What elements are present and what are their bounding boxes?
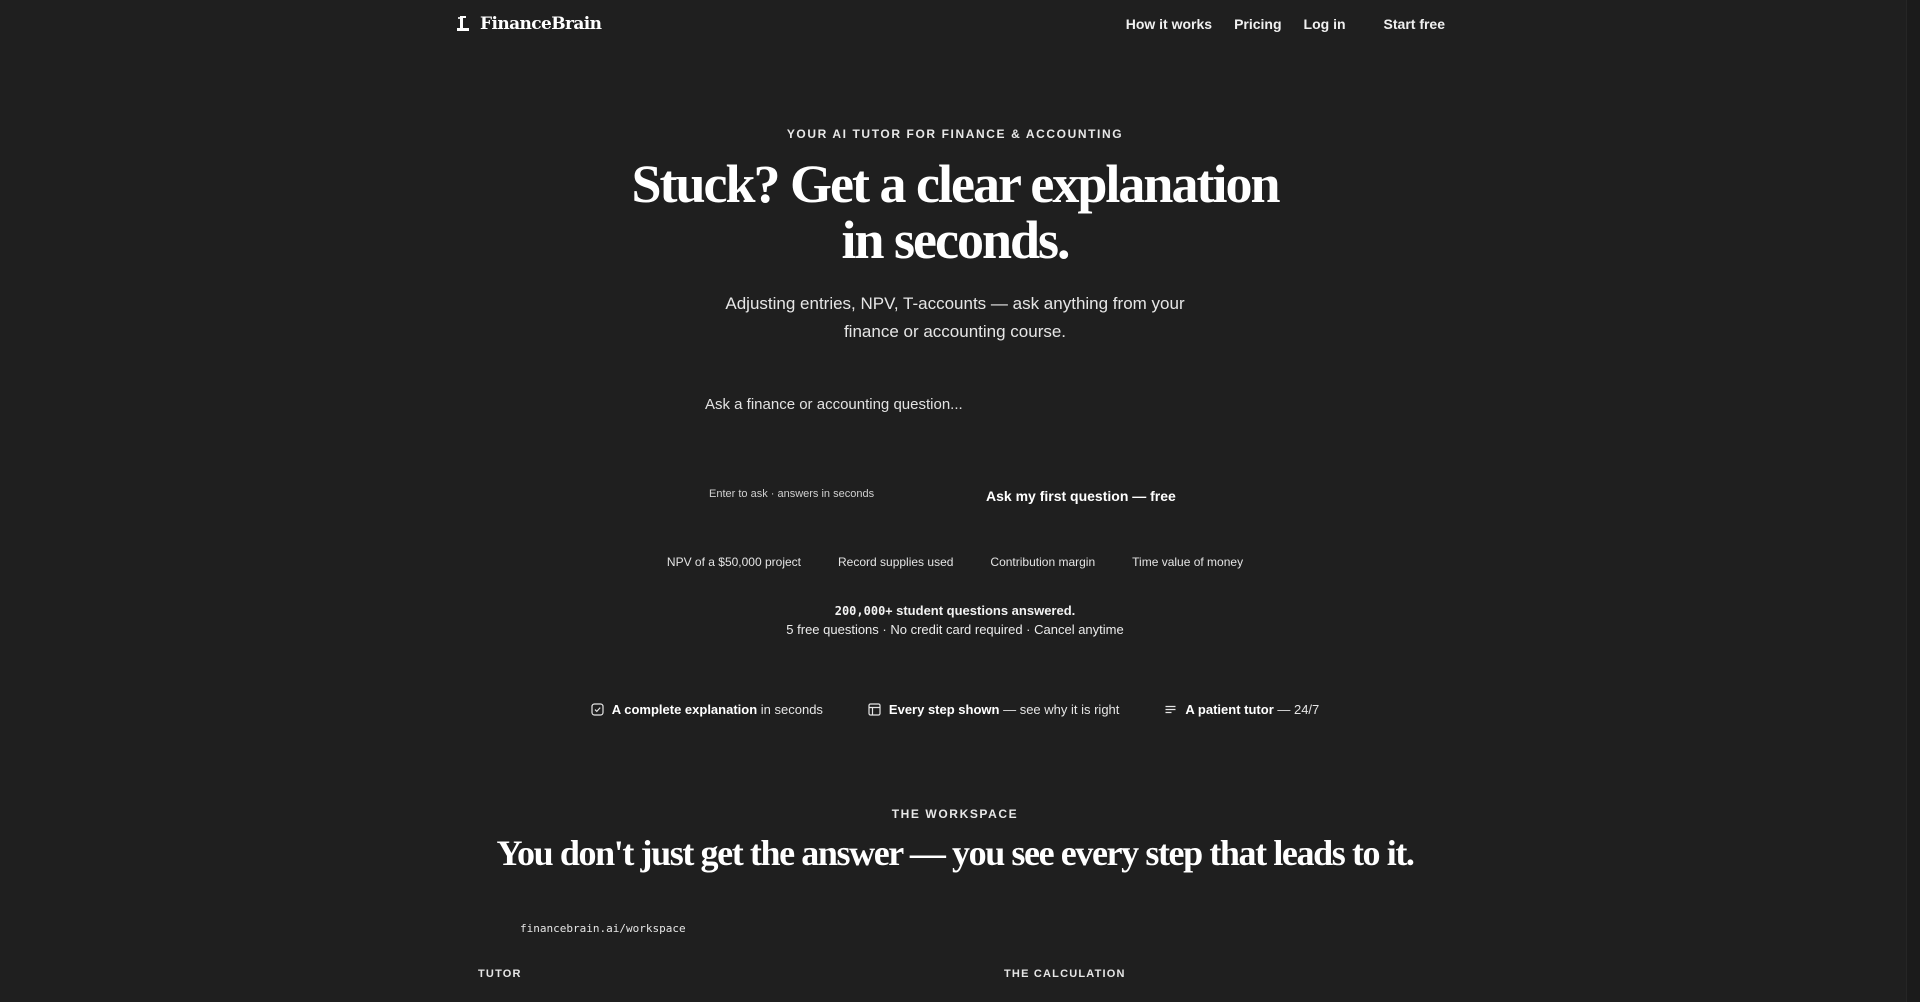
check-square-icon bbox=[591, 703, 604, 716]
suggestion-chips: NPV of a $50,000 project Record supplies… bbox=[0, 555, 1910, 569]
question-input[interactable] bbox=[705, 392, 1205, 416]
nav-link-pricing[interactable]: Pricing bbox=[1234, 16, 1281, 32]
hero-eyebrow: YOUR AI TUTOR FOR FINANCE & ACCOUNTING bbox=[786, 127, 1124, 141]
tutor-column-label: TUTOR bbox=[478, 968, 522, 980]
workspace-title: You don't just get the answer — you see … bbox=[496, 833, 1414, 873]
feature-steps-strong: Every step shown bbox=[888, 702, 1000, 717]
feature-steps: Every step shown — see why it is right bbox=[868, 702, 1119, 717]
table-icon bbox=[868, 703, 881, 716]
top-nav: FinanceBrain How it works Pricing Log in… bbox=[455, 0, 1445, 48]
suggestion-chip-time-value[interactable]: Time value of money bbox=[1132, 555, 1243, 569]
suggestion-chip-npv[interactable]: NPV of a $50,000 project bbox=[667, 555, 801, 569]
feature-list: A complete explanation in seconds Every … bbox=[0, 702, 1910, 717]
feature-explanation-rest: in seconds bbox=[757, 702, 823, 717]
suggestion-chip-contribution-margin[interactable]: Contribution margin bbox=[990, 555, 1095, 569]
workspace-eyebrow: THE WORKSPACE bbox=[891, 807, 1019, 821]
nav-link-how-it-works[interactable]: How it works bbox=[1126, 16, 1212, 32]
nav-links: How it works Pricing Log in Start free bbox=[1104, 16, 1445, 32]
hero-subtitle: Adjusting entries, NPV, T-accounts — ask… bbox=[725, 294, 1185, 341]
feature-tutor-strong: A patient tutor bbox=[1185, 702, 1274, 717]
nav-link-log-in[interactable]: Log in bbox=[1304, 16, 1346, 32]
feature-explanation-strong: A complete explanation bbox=[611, 702, 758, 717]
calculation-column-label: THE CALCULATION bbox=[1004, 968, 1126, 980]
input-hint: Enter to ask · answers in seconds bbox=[709, 488, 875, 500]
feature-steps-rest: — see why it is right bbox=[999, 702, 1120, 717]
brand[interactable]: FinanceBrain bbox=[455, 14, 602, 34]
ask-first-question-button[interactable]: Ask my first question — free bbox=[986, 486, 1182, 506]
trial-terms: 5 free questions · No credit card requir… bbox=[786, 622, 1124, 637]
workspace-url: financebrain.ai/workspace bbox=[520, 922, 686, 935]
brand-name: FinanceBrain bbox=[480, 14, 602, 34]
lines-icon bbox=[1165, 705, 1176, 714]
brain-logo-icon bbox=[457, 16, 469, 31]
social-proof: 200,000+ student questions answered. bbox=[0, 603, 1910, 618]
feature-tutor-rest: — 24/7 bbox=[1273, 702, 1320, 717]
question-count: 200,000+ bbox=[834, 604, 893, 618]
social-proof-text: student questions answered. bbox=[892, 603, 1076, 618]
feature-tutor: A patient tutor — 24/7 bbox=[1164, 702, 1319, 717]
start-free-button[interactable]: Start free bbox=[1384, 16, 1445, 32]
suggestion-chip-supplies[interactable]: Record supplies used bbox=[838, 555, 953, 569]
hero-title: Stuck? Get a clear explanation in second… bbox=[631, 154, 1281, 270]
feature-explanation: A complete explanation in seconds bbox=[591, 702, 823, 717]
